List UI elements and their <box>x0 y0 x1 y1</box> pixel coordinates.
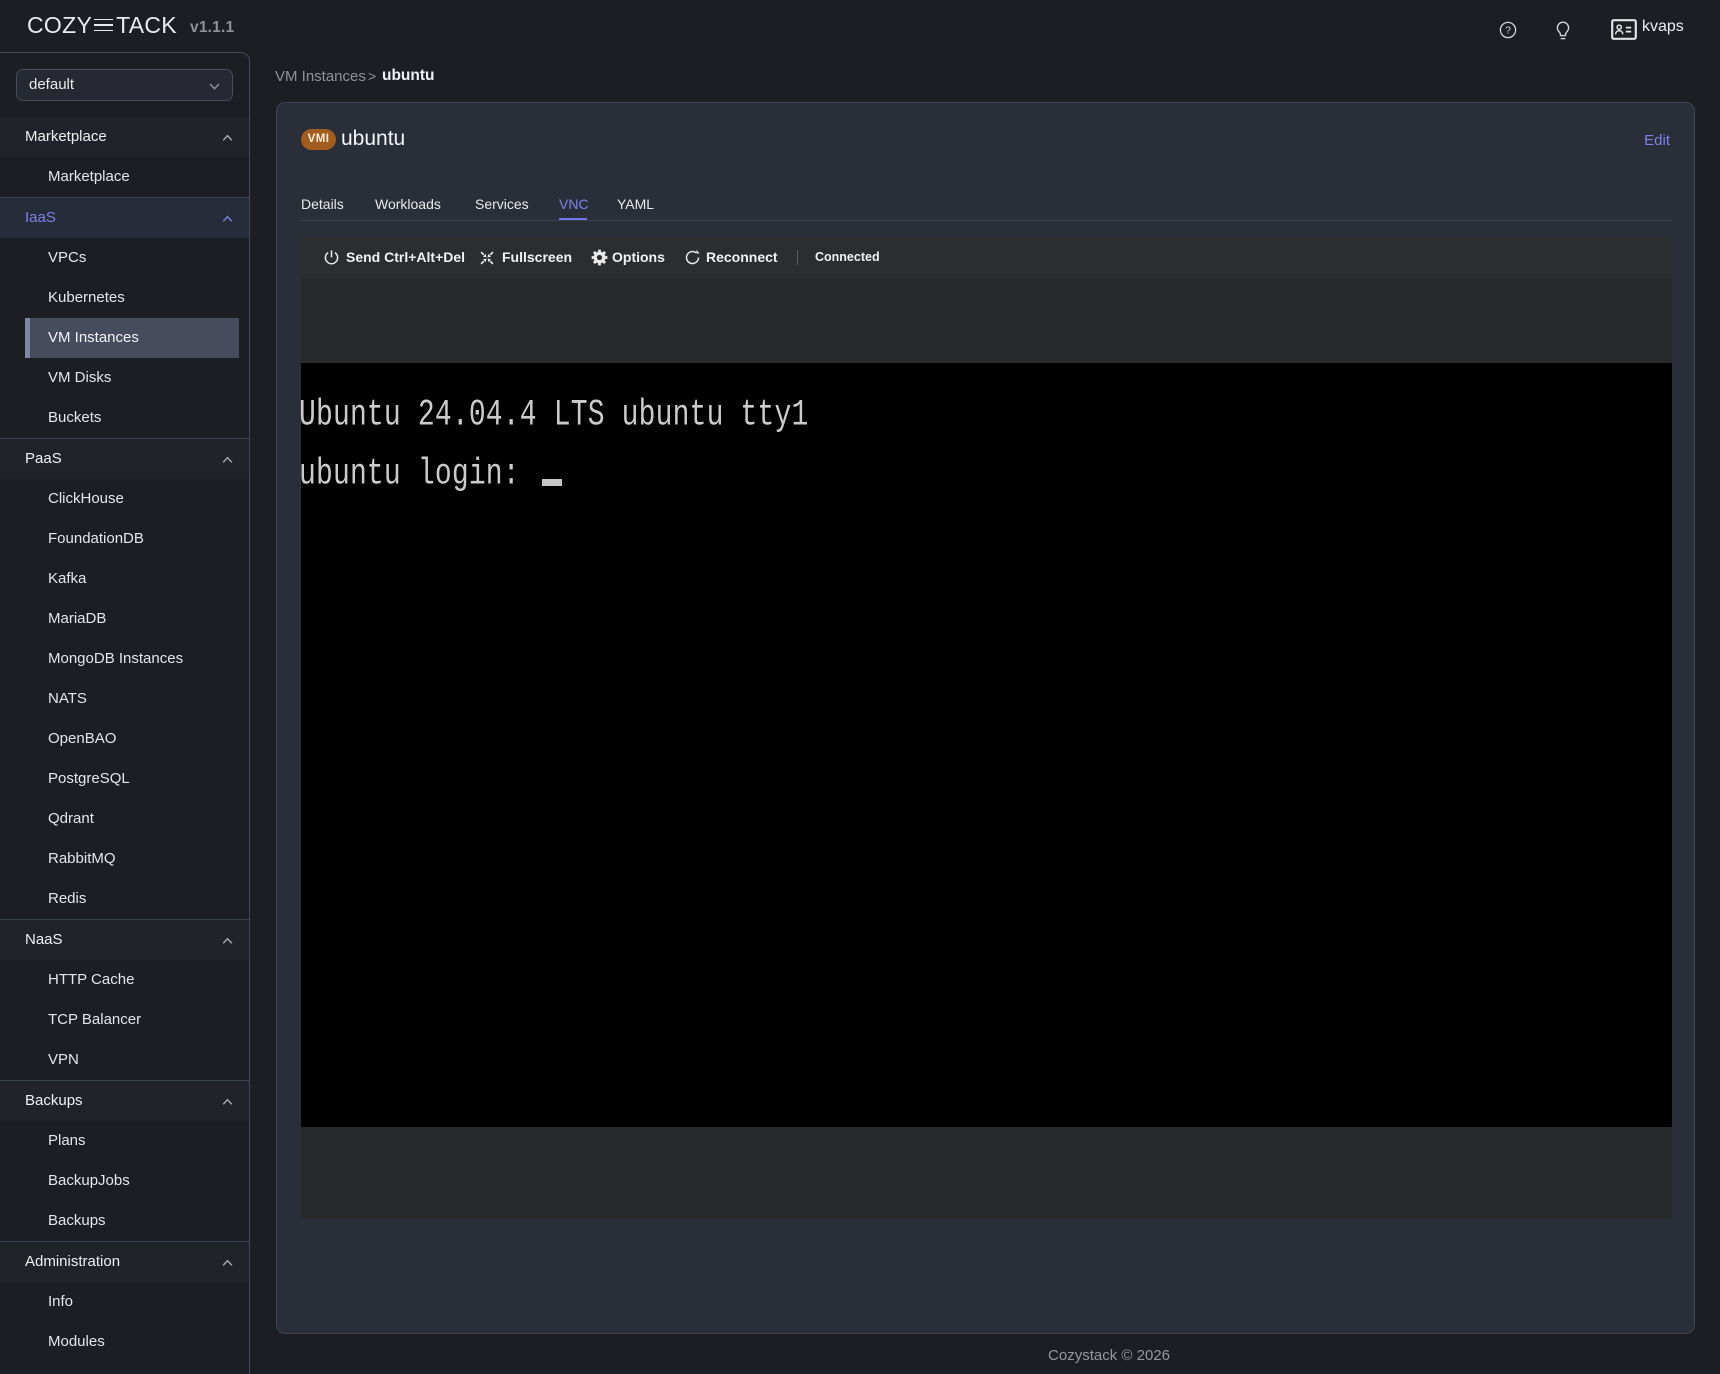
svg-text:?: ? <box>1505 25 1511 37</box>
